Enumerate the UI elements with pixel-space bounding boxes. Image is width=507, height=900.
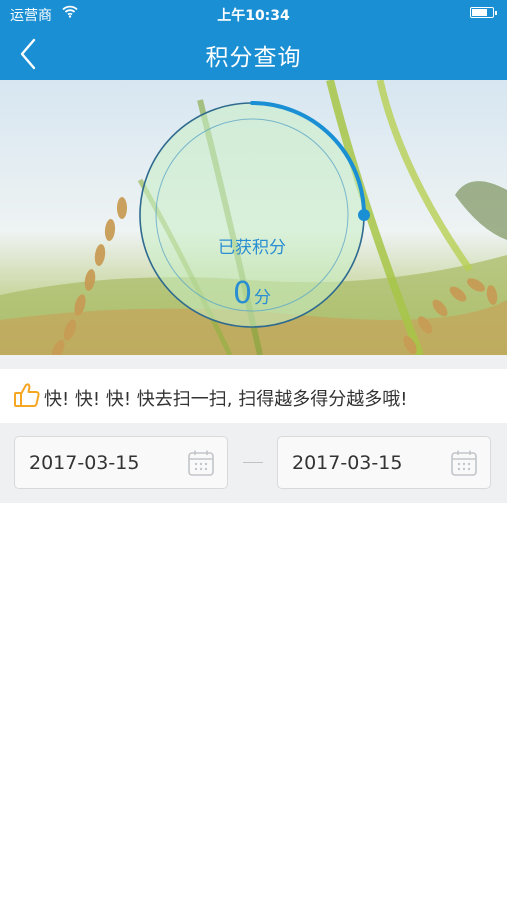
start-date-value: 2017-03-15 [29,452,140,474]
date-range-separator [243,462,263,463]
score-progress-ring [139,101,370,328]
score-label: 已获积分 [218,238,286,258]
nav-bar: 积分查询 [0,26,507,80]
end-date-value: 2017-03-15 [292,452,403,474]
calendar-icon [450,449,478,481]
date-range-bar: 2017-03-15 2017-03-15 [0,423,507,503]
score-number: 0 [232,276,253,311]
status-bar: 运营商 上午10:34 [0,0,507,26]
calendar-icon [187,449,215,481]
page-title: 积分查询 [205,45,302,71]
battery-icon [470,7,497,18]
score-banner: 已获积分 0分 [0,80,507,355]
thumbs-up-icon [13,381,41,413]
section-divider [0,355,507,369]
tip-row: 快! 快! 快! 快去扫一扫, 扫得越多得分越多哦! [0,369,507,423]
score-value: 0分 [152,276,352,311]
tip-text: 快! 快! 快! 快去扫一扫, 扫得越多得分越多哦! [44,389,408,410]
clock: 上午10:34 [217,8,290,24]
start-date-picker[interactable]: 2017-03-15 [14,436,228,489]
end-date-picker[interactable]: 2017-03-15 [277,436,491,489]
score-unit: 分 [254,288,272,308]
